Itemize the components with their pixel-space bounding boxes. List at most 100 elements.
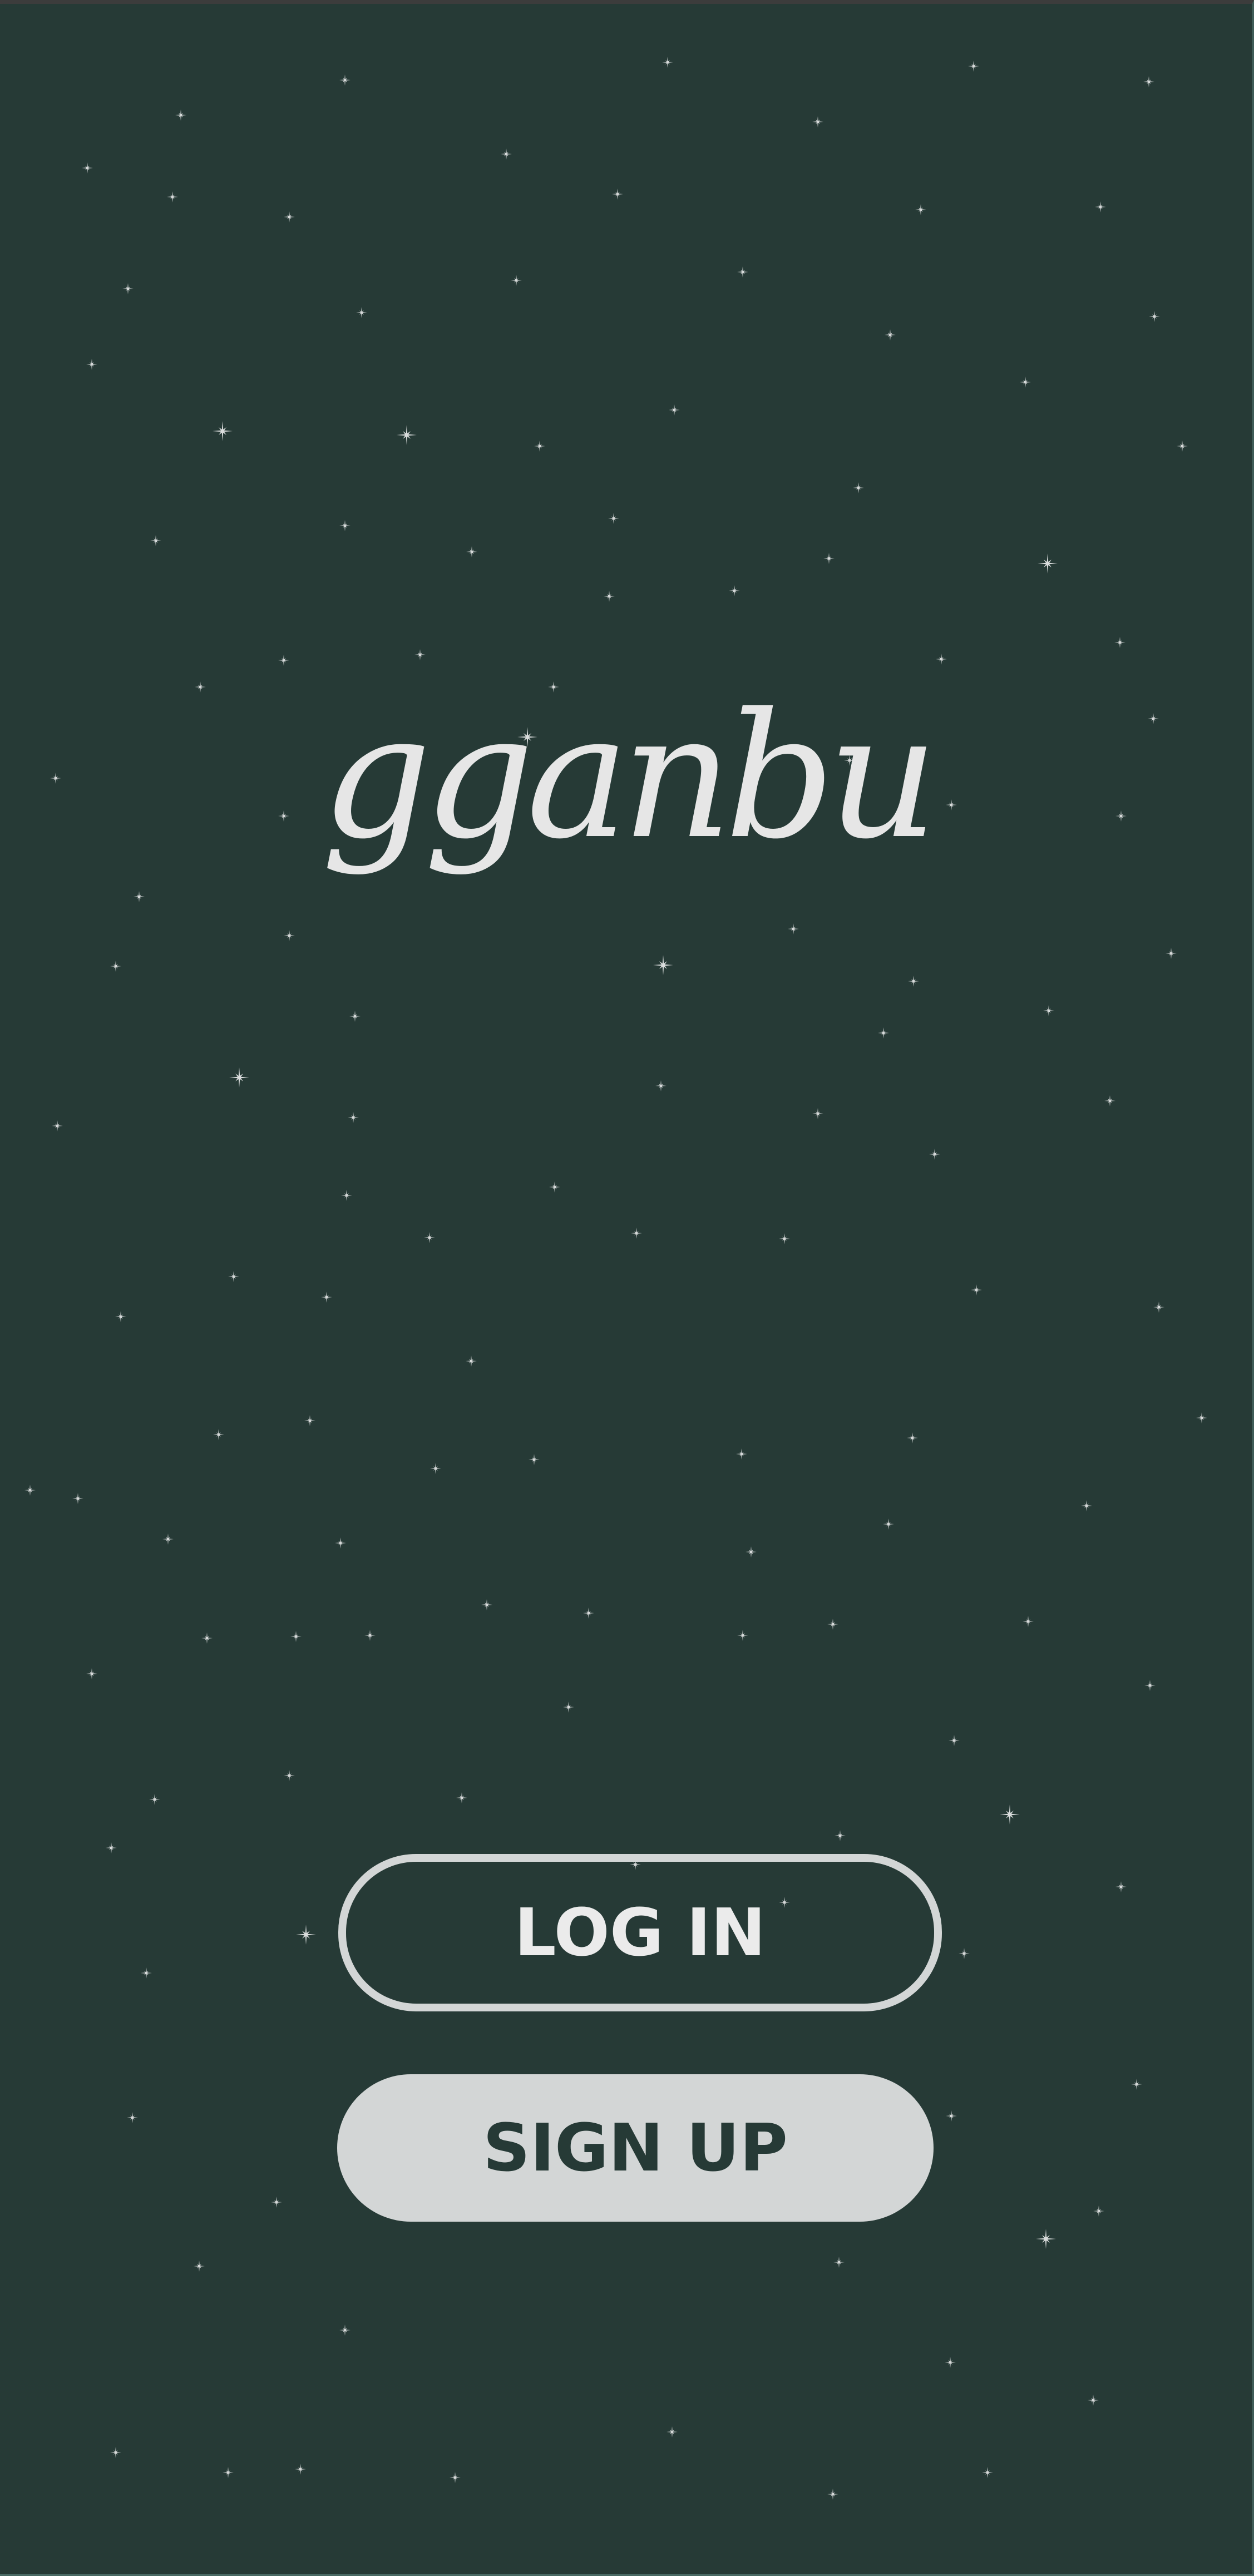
star-icon	[1166, 948, 1177, 959]
star-icon	[936, 654, 947, 665]
star-icon	[50, 773, 61, 784]
star-icon	[812, 116, 823, 127]
star-icon	[414, 649, 426, 660]
star-icon	[339, 2325, 350, 2336]
star-icon	[946, 2110, 957, 2122]
login-button[interactable]: LOG IN	[338, 1854, 942, 2011]
star-icon	[1023, 1616, 1034, 1627]
star-icon	[24, 1485, 36, 1496]
star-icon	[823, 553, 835, 564]
star-icon	[397, 425, 417, 445]
star-icon	[501, 149, 512, 160]
star-icon	[1115, 810, 1127, 822]
star-icon	[511, 275, 522, 286]
star-icon	[1153, 1302, 1164, 1313]
star-icon	[86, 359, 97, 370]
star-icon	[1149, 311, 1160, 322]
star-icon	[213, 1429, 224, 1440]
star-icon	[1081, 1500, 1092, 1511]
welcome-screen: gganbu LOG IN SIGN UP	[0, 0, 1254, 2576]
star-icon	[339, 75, 350, 86]
star-icon	[1093, 2206, 1104, 2217]
star-icon	[883, 1519, 894, 1530]
star-icon	[612, 189, 623, 200]
star-icon	[1143, 76, 1154, 87]
star-icon	[194, 2261, 205, 2272]
star-icon	[971, 1284, 982, 1296]
star-icon	[341, 1190, 352, 1201]
star-icon	[827, 2489, 838, 2500]
star-icon	[52, 1120, 63, 1131]
signup-button-label: SIGN UP	[483, 2109, 788, 2186]
star-icon	[201, 1633, 213, 1644]
star-icon	[278, 655, 289, 666]
star-icon	[1095, 201, 1106, 212]
star-icon	[82, 162, 93, 174]
star-icon	[321, 1292, 332, 1303]
star-icon	[122, 283, 134, 294]
star-icon	[907, 1432, 918, 1443]
star-icon	[949, 1735, 960, 1746]
star-icon	[968, 61, 979, 72]
star-icon	[667, 2426, 678, 2437]
star-icon	[812, 1108, 823, 1119]
star-icon	[349, 1011, 361, 1022]
star-icon	[134, 891, 145, 902]
star-icon	[335, 1537, 346, 1549]
star-icon	[228, 1271, 239, 1282]
star-icon	[959, 1948, 970, 1959]
star-icon	[929, 1149, 940, 1160]
star-icon	[1038, 553, 1058, 573]
star-icon	[466, 1356, 477, 1367]
star-icon	[364, 1630, 376, 1641]
star-icon	[195, 681, 206, 693]
star-icon	[213, 421, 233, 441]
star-icon	[150, 535, 161, 546]
star-icon	[1148, 713, 1159, 724]
star-icon	[284, 211, 295, 223]
star-icon	[106, 1842, 117, 1853]
star-icon	[339, 520, 350, 531]
star-icon	[1114, 637, 1125, 648]
star-icon	[271, 2197, 282, 2208]
star-icon	[284, 1770, 295, 1781]
star-icon	[110, 961, 121, 972]
star-icon	[534, 441, 545, 452]
star-icon	[833, 2257, 845, 2268]
star-icon	[655, 1080, 667, 1091]
star-icon	[1104, 1095, 1115, 1106]
signup-button[interactable]: SIGN UP	[337, 2074, 934, 2222]
star-icon	[430, 1463, 441, 1474]
star-icon	[1088, 2395, 1099, 2406]
star-icon	[736, 1448, 747, 1460]
star-icon	[284, 930, 295, 941]
star-icon	[669, 404, 680, 416]
star-icon	[746, 1546, 757, 1558]
star-icon	[127, 2112, 138, 2123]
star-icon	[296, 1925, 316, 1945]
star-icon	[1144, 1680, 1156, 1691]
star-icon	[175, 110, 186, 121]
star-icon	[1177, 441, 1188, 452]
star-icon	[424, 1232, 435, 1243]
star-icon	[737, 1630, 748, 1641]
star-icon	[915, 204, 926, 215]
star-icon	[946, 799, 957, 810]
star-icon	[348, 1112, 359, 1123]
star-icon	[827, 1619, 838, 1630]
star-icon	[162, 1534, 174, 1545]
star-icon	[304, 1415, 315, 1426]
star-icon	[1000, 1804, 1020, 1825]
star-icon	[229, 1067, 249, 1087]
star-icon	[1020, 377, 1031, 388]
star-icon	[835, 1830, 846, 1841]
star-icon	[295, 2464, 306, 2475]
star-icon	[290, 1631, 302, 1642]
star-icon	[450, 2472, 461, 2483]
star-icon	[885, 329, 896, 340]
star-icon	[481, 1599, 492, 1610]
star-icon	[982, 2467, 993, 2478]
star-icon	[1196, 1412, 1207, 1423]
login-button-label: LOG IN	[514, 1894, 766, 1971]
star-icon	[1043, 1005, 1054, 1016]
